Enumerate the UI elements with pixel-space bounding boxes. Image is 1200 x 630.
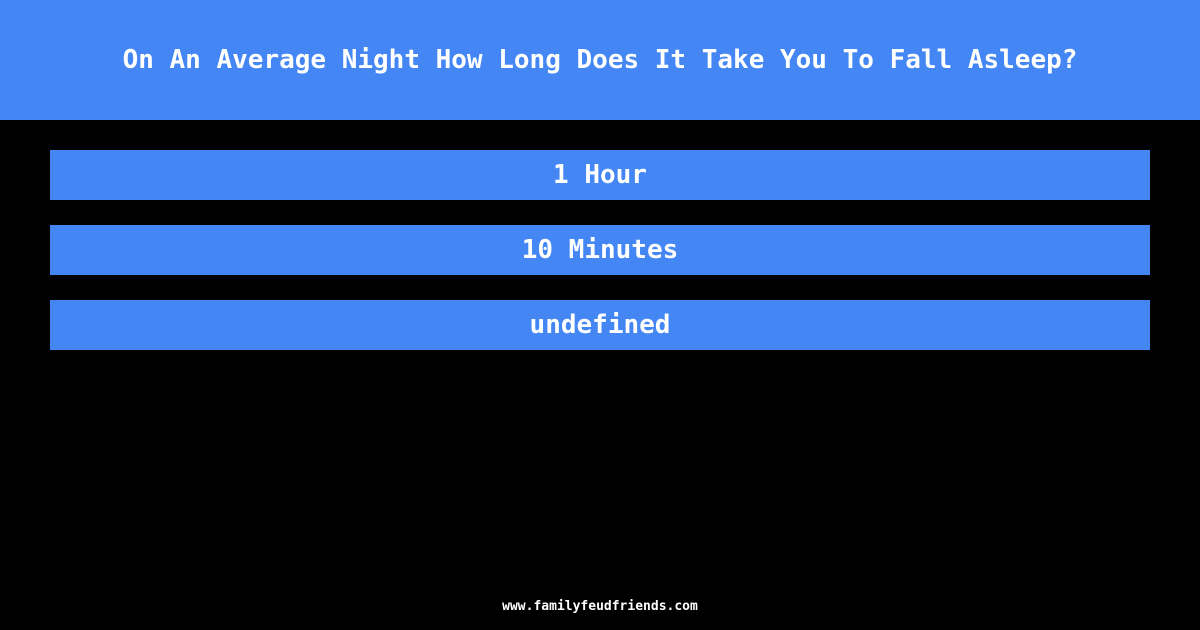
question-title: On An Average Night How Long Does It Tak… (122, 45, 1078, 75)
question-header: On An Average Night How Long Does It Tak… (0, 0, 1200, 120)
answer-bar[interactable]: 10 Minutes (50, 225, 1150, 275)
answer-label: undefined (529, 310, 671, 340)
answer-label: 10 Minutes (521, 235, 679, 265)
answer-label: 1 Hour (553, 160, 647, 190)
answer-bar[interactable]: 1 Hour (50, 150, 1150, 200)
site-url: www.familyfeudfriends.com (502, 599, 698, 614)
answer-bar[interactable]: undefined (50, 300, 1150, 350)
